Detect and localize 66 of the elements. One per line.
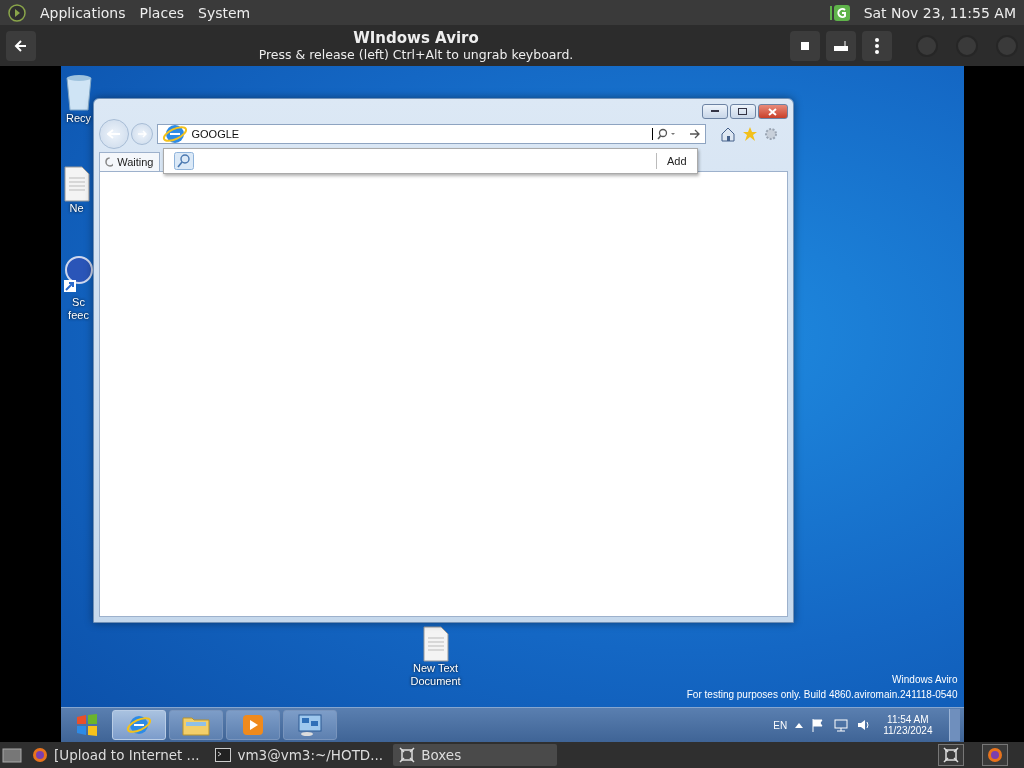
media-player-icon <box>240 713 265 737</box>
star-icon[interactable] <box>741 126 758 142</box>
network-status-icon[interactable] <box>833 718 850 732</box>
watermark-title: Windows Aviro <box>892 673 958 687</box>
panel-task[interactable]: Boxes <box>393 744 558 766</box>
taskbar-app[interactable] <box>282 710 337 740</box>
keyboard-icon <box>833 39 849 52</box>
firefox-icon <box>32 747 48 763</box>
build-info: For testing purposes only. Build 4860.aviromain.241118-0540 <box>686 688 958 702</box>
clock[interactable]: Sat Nov 23, 11:55 AM <box>863 4 1016 21</box>
document-icon <box>421 626 450 662</box>
minimize-button[interactable] <box>701 104 728 119</box>
search-icon[interactable] <box>173 152 194 170</box>
address-field[interactable]: GOOGLE <box>156 124 706 144</box>
maximize-icon <box>738 108 747 115</box>
boxes-icon <box>943 747 959 763</box>
panel-task[interactable]: [Upload to Internet ... <box>26 744 206 766</box>
desktop-icon-label[interactable]: Recy <box>65 112 92 125</box>
firefox-launcher[interactable] <box>982 744 1008 766</box>
flag-icon[interactable] <box>811 718 826 732</box>
desktop-icon-label[interactable]: New Text <box>413 662 459 675</box>
keyboard-button[interactable] <box>826 30 856 61</box>
add-button[interactable]: Add <box>655 153 687 169</box>
home-icon[interactable] <box>719 126 736 142</box>
folder-icon <box>181 714 210 736</box>
browser-icon <box>161 122 188 146</box>
stop-icon <box>801 41 809 50</box>
loading-icon <box>104 157 114 167</box>
ungrab-hint: Press & release (left) Ctrl+Alt to ungrab keyboard. <box>258 47 574 62</box>
desktop-icon-label[interactable]: Document <box>410 675 461 688</box>
menu-button[interactable] <box>862 30 892 61</box>
desktop-icon-label[interactable]: feec <box>68 309 89 322</box>
speaker-icon[interactable] <box>857 718 872 732</box>
maximize-button[interactable] <box>729 104 756 119</box>
desktop-icon-label[interactable]: Sc <box>72 296 85 309</box>
back-arrow-icon <box>13 38 29 53</box>
window-title: WIndows Aviro <box>353 29 479 47</box>
firefox-icon <box>987 747 1003 763</box>
desktop-icon-label[interactable]: Ne <box>69 202 84 215</box>
taskbar-app[interactable] <box>225 710 280 740</box>
clock[interactable]: 11:54 AM 11/23/2024 <box>883 714 933 736</box>
terminal-icon <box>215 748 232 762</box>
language-indicator[interactable]: EN <box>773 719 788 731</box>
stop-button[interactable] <box>790 30 820 61</box>
workspace-button[interactable] <box>938 744 964 766</box>
browser-tab[interactable]: Waiting <box>98 152 160 171</box>
minimize-icon <box>710 110 719 113</box>
panel-menu[interactable]: System <box>198 4 251 21</box>
menu-icon <box>875 37 879 54</box>
back-arrow-icon <box>106 129 121 139</box>
close-icon <box>768 107 777 116</box>
go-arrow-icon[interactable] <box>688 129 701 139</box>
panel-menu[interactable]: Applications <box>40 4 126 21</box>
taskbar-app[interactable] <box>111 710 166 740</box>
close-button[interactable] <box>757 104 788 119</box>
gnome-foot-icon[interactable] <box>8 3 26 22</box>
boxes-icon <box>399 747 416 763</box>
network-icon <box>296 713 323 737</box>
panel-task[interactable]: vm3@vm3:~/HOTD... <box>209 744 390 766</box>
browser-icon <box>125 713 152 737</box>
taskbar-app[interactable] <box>168 710 223 740</box>
caret-icon[interactable] <box>795 722 804 728</box>
panel-menu[interactable]: Places <box>139 4 185 21</box>
back-button[interactable] <box>6 30 36 61</box>
forward-arrow-icon <box>136 130 147 138</box>
document-icon <box>62 166 91 202</box>
